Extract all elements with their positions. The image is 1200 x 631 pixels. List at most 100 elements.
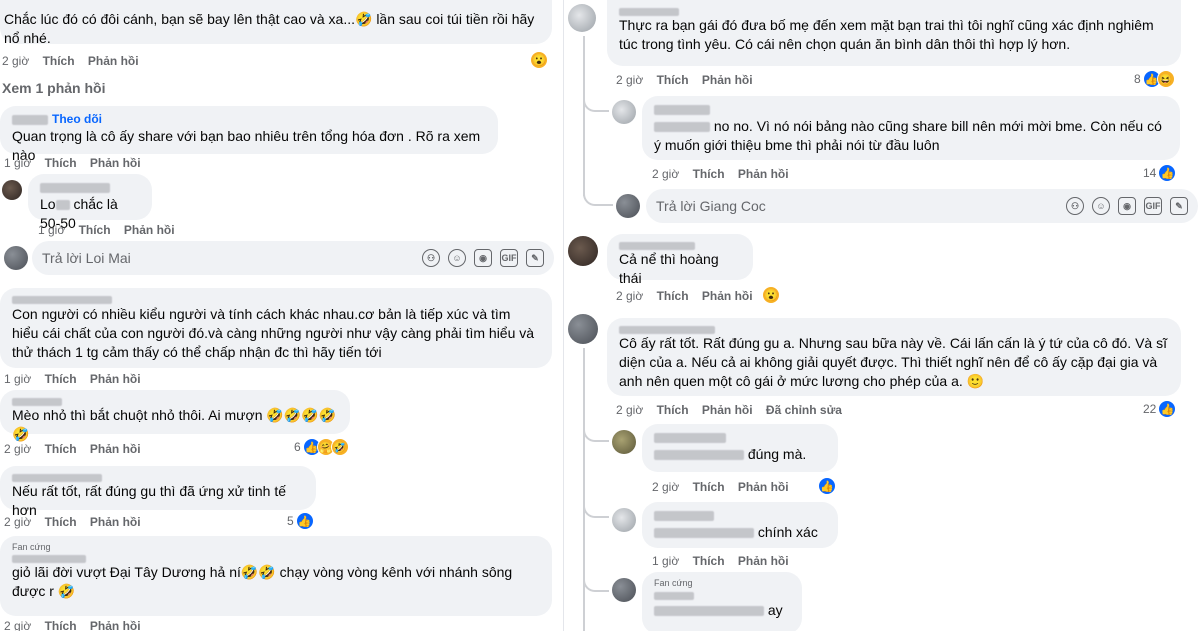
commenter-name[interactable] — [12, 294, 540, 305]
commenter-name[interactable] — [40, 180, 140, 195]
comment-time[interactable]: 2 giờ — [2, 54, 29, 68]
commenter-name[interactable] — [619, 324, 1169, 334]
comment-time[interactable]: 2 giờ — [616, 289, 643, 303]
avatar[interactable] — [612, 578, 636, 602]
sticker-icon[interactable]: ✎ — [1170, 197, 1188, 215]
like-button[interactable]: Thích — [657, 289, 689, 303]
reply-button[interactable]: Phản hồi — [738, 480, 789, 494]
comment-bubble: Con người có nhiều kiểu người và tính cá… — [0, 288, 552, 368]
column-divider — [563, 0, 564, 631]
wow-reaction-icon: 😮 — [762, 286, 780, 304]
avatar[interactable] — [612, 430, 636, 454]
like-button[interactable]: Thích — [657, 73, 689, 87]
avatar-sticker-icon[interactable]: ⚇ — [422, 249, 440, 267]
reply-button[interactable]: Phản hồi — [702, 289, 753, 303]
emoji-icon[interactable]: ☺ — [448, 249, 466, 267]
commenter-name[interactable]: Theo dõi — [12, 112, 486, 127]
reply-button[interactable]: Phản hồi — [738, 554, 789, 568]
reaction-count: 8 — [1134, 72, 1141, 86]
reply-button[interactable]: Phản hồi — [738, 167, 789, 181]
comment-meta: 2 giờ Thích Phản hồi — [652, 479, 799, 495]
comment-time[interactable]: 1 giờ — [4, 372, 31, 386]
like-reaction-icon: 👍 — [1158, 164, 1177, 182]
avatar[interactable] — [2, 180, 22, 200]
reply-button[interactable]: Phản hồi — [702, 73, 753, 87]
comment-text: Chắc lúc đó có đôi cánh, bạn sẽ bay lên … — [4, 11, 535, 46]
like-button[interactable]: Thích — [45, 442, 77, 456]
commenter-name[interactable] — [654, 508, 826, 523]
reply-button[interactable]: Phản hồi — [124, 223, 175, 237]
reply-button[interactable]: Phản hồi — [90, 156, 141, 170]
like-reaction-icon: 👍 — [818, 477, 836, 495]
commenter-name[interactable] — [619, 240, 741, 250]
comment-time[interactable]: 2 giờ — [652, 167, 679, 181]
comment-meta: 2 giờ Thích Phản hồi — [2, 53, 149, 69]
reaction-summary[interactable]: 👍 — [818, 477, 836, 495]
reply-button[interactable]: Phản hồi — [90, 619, 141, 631]
like-button[interactable]: Thích — [43, 54, 75, 68]
reply-input[interactable]: Trả lời Loi Mai ⚇ ☺ ◉ GIF ✎ — [32, 241, 554, 275]
reaction-summary[interactable]: 22 👍 — [1143, 400, 1177, 418]
view-replies-link[interactable]: Xem 1 phản hồi — [2, 80, 105, 96]
commenter-name[interactable] — [654, 589, 790, 601]
like-button[interactable]: Thích — [45, 619, 77, 631]
commenter-name[interactable] — [12, 472, 304, 482]
reply-button[interactable]: Phản hồi — [702, 403, 753, 417]
comment-time[interactable]: 2 giờ — [652, 480, 679, 494]
reply-button[interactable]: Phản hồi — [90, 372, 141, 386]
gif-icon[interactable]: GIF — [500, 249, 518, 267]
reaction-summary[interactable]: 14 👍 — [1143, 164, 1177, 182]
reply-button[interactable]: Phản hồi — [88, 54, 139, 68]
reply-toolbar: ⚇ ☺ ◉ GIF ✎ — [1066, 197, 1188, 215]
like-button[interactable]: Thích — [693, 480, 725, 494]
reply-toolbar: ⚇ ☺ ◉ GIF ✎ — [422, 249, 544, 267]
avatar[interactable] — [568, 236, 598, 266]
like-button[interactable]: Thích — [45, 515, 77, 529]
reply-button[interactable]: Phản hồi — [90, 515, 141, 529]
reply-input[interactable]: Trả lời Giang Coc ⚇ ☺ ◉ GIF ✎ — [646, 189, 1198, 223]
reaction-summary[interactable]: 5 👍 — [287, 512, 314, 530]
current-user-avatar — [4, 246, 28, 270]
comment-time[interactable]: 2 giờ — [616, 73, 643, 87]
like-button[interactable]: Thích — [693, 167, 725, 181]
comment-time[interactable]: 2 giờ — [616, 403, 643, 417]
like-button[interactable]: Thích — [693, 554, 725, 568]
current-user-avatar — [616, 194, 640, 218]
comment-time[interactable]: 1 giờ — [652, 554, 679, 568]
emoji-icon[interactable]: ☺ — [1092, 197, 1110, 215]
commenter-name[interactable] — [654, 430, 826, 445]
wow-reaction-icon: 😮 — [530, 51, 548, 69]
comment-time[interactable]: 2 giờ — [4, 442, 31, 456]
reaction-count: 14 — [1143, 166, 1157, 180]
commenter-name[interactable] — [654, 102, 1168, 117]
comment-time[interactable]: 2 giờ — [4, 619, 31, 631]
commenter-name[interactable] — [619, 6, 1169, 16]
avatar[interactable] — [568, 4, 596, 32]
like-button[interactable]: Thích — [45, 372, 77, 386]
reply-button[interactable]: Phản hồi — [90, 442, 141, 456]
comment-bubble: Thực ra bạn gái đó đưa bố mẹ đến xem mặt… — [607, 0, 1181, 66]
comment-meta: 2 giờ Thích Phản hồi — [616, 288, 763, 304]
commenter-name[interactable] — [12, 553, 540, 563]
reaction-summary[interactable]: 😮 — [762, 286, 780, 304]
comment-time[interactable]: 1 giờ — [4, 156, 31, 170]
like-button[interactable]: Thích — [45, 156, 77, 170]
like-button[interactable]: Thích — [657, 403, 689, 417]
thread-line — [583, 36, 585, 196]
avatar[interactable] — [612, 508, 636, 532]
reaction-summary[interactable]: 😮 — [530, 51, 548, 69]
gif-icon[interactable]: GIF — [1144, 197, 1162, 215]
sticker-icon[interactable]: ✎ — [526, 249, 544, 267]
follow-button[interactable]: Theo dõi — [52, 112, 102, 126]
reaction-summary[interactable]: 8 👍 😆 — [1134, 70, 1175, 88]
avatar[interactable] — [612, 100, 636, 124]
commenter-name[interactable] — [12, 396, 338, 406]
comment-time[interactable]: 2 giờ — [4, 515, 31, 529]
camera-icon[interactable]: ◉ — [1118, 197, 1136, 215]
avatar[interactable] — [568, 314, 598, 344]
comment-time[interactable]: 1 giờ — [38, 223, 65, 237]
camera-icon[interactable]: ◉ — [474, 249, 492, 267]
avatar-sticker-icon[interactable]: ⚇ — [1066, 197, 1084, 215]
reaction-summary[interactable]: 6 👍 🤗 🤣 — [294, 438, 349, 456]
like-button[interactable]: Thích — [79, 223, 111, 237]
